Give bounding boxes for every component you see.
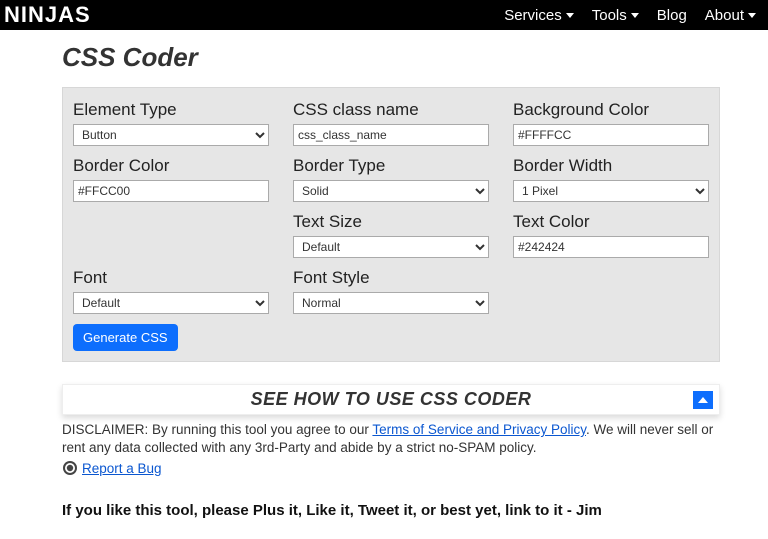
select-font[interactable]: Default xyxy=(73,292,269,314)
nav-links: Services Tools Blog About xyxy=(504,7,756,24)
report-bug-row: Report a Bug xyxy=(62,460,720,476)
label-text-size: Text Size xyxy=(293,210,489,234)
input-css-class-name[interactable] xyxy=(293,124,489,146)
input-background-color[interactable] xyxy=(513,124,709,146)
select-border-type[interactable]: Solid xyxy=(293,180,489,202)
nav-item-label: Services xyxy=(504,7,562,24)
chevron-down-icon xyxy=(631,13,639,18)
label-text-color: Text Color xyxy=(513,210,709,234)
chevron-up-icon xyxy=(698,397,708,403)
select-text-size[interactable]: Default xyxy=(293,236,489,258)
nav-item-tools[interactable]: Tools xyxy=(592,7,639,24)
chevron-down-icon xyxy=(566,13,574,18)
page-body: CSS Coder Element Type CSS class name Ba… xyxy=(0,30,768,539)
label-background-color: Background Color xyxy=(513,98,709,122)
nav-item-label: About xyxy=(705,7,744,24)
input-border-color[interactable] xyxy=(73,180,269,202)
label-css-class-name: CSS class name xyxy=(293,98,489,122)
label-element-type: Element Type xyxy=(73,98,269,122)
input-text-color[interactable] xyxy=(513,236,709,258)
form-panel: Element Type CSS class name Background C… xyxy=(62,87,720,362)
top-nav: NINJAS Services Tools Blog About xyxy=(0,0,768,30)
nav-item-label: Tools xyxy=(592,7,627,24)
nav-item-blog[interactable]: Blog xyxy=(657,7,687,24)
see-how-text: SEE HOW TO USE CSS CODER xyxy=(251,389,532,410)
nav-item-label: Blog xyxy=(657,7,687,24)
select-element-type[interactable]: Button xyxy=(73,124,269,146)
see-how-bar[interactable]: SEE HOW TO USE CSS CODER xyxy=(62,384,720,415)
select-font-style[interactable]: Normal xyxy=(293,292,489,314)
disclaimer-prefix: DISCLAIMER: By running this tool you agr… xyxy=(62,422,372,437)
label-border-width: Border Width xyxy=(513,154,709,178)
label-border-color: Border Color xyxy=(73,154,269,178)
select-border-width[interactable]: 1 Pixel xyxy=(513,180,709,202)
label-font-style: Font Style xyxy=(293,266,489,290)
like-line: If you like this tool, please Plus it, L… xyxy=(62,502,720,519)
label-font: Font xyxy=(73,266,269,290)
terms-link[interactable]: Terms of Service and Privacy Policy xyxy=(372,422,586,437)
bug-icon xyxy=(62,460,78,476)
label-border-type: Border Type xyxy=(293,154,489,178)
nav-item-services[interactable]: Services xyxy=(504,7,574,24)
disclaimer-text: DISCLAIMER: By running this tool you agr… xyxy=(62,421,720,457)
see-how-toggle-button[interactable] xyxy=(693,391,713,409)
brand-logo[interactable]: NINJAS xyxy=(0,2,91,28)
chevron-down-icon xyxy=(748,13,756,18)
nav-item-about[interactable]: About xyxy=(705,7,756,24)
generate-css-button[interactable]: Generate CSS xyxy=(73,324,178,351)
page-title: CSS Coder xyxy=(62,42,720,73)
report-bug-link[interactable]: Report a Bug xyxy=(82,461,162,476)
